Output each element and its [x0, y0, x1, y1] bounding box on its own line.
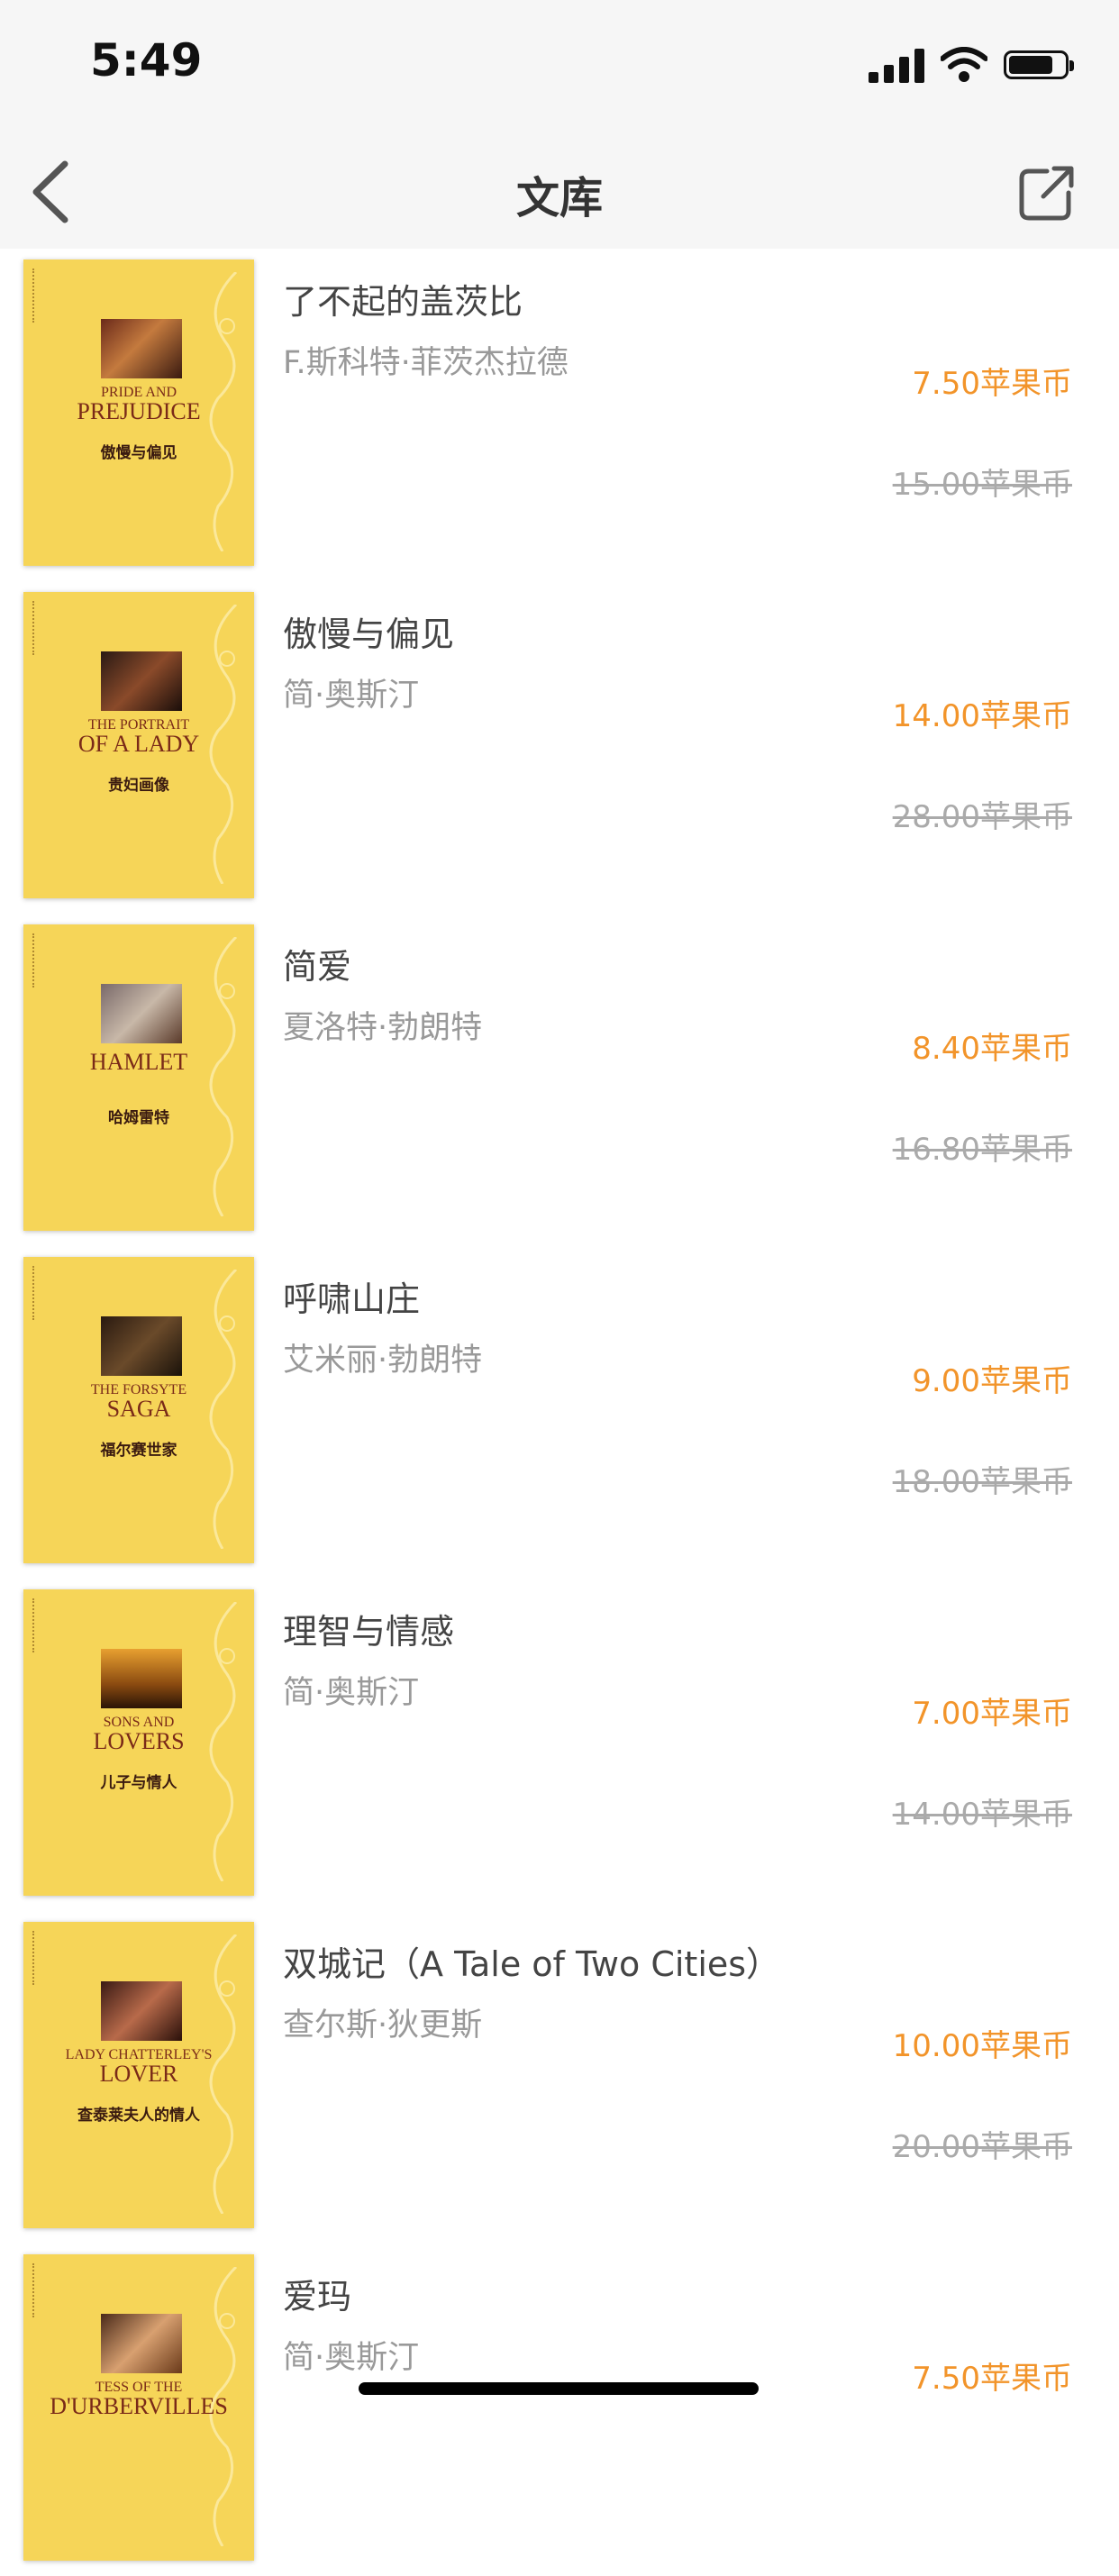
book-price: 10.00苹果币: [892, 2028, 1072, 2064]
book-original-price: 18.00苹果币: [892, 1464, 1072, 1500]
signal-icon: [869, 47, 926, 83]
share-button[interactable]: [1011, 157, 1083, 229]
book-item[interactable]: LADY CHATTERLEY'S LOVER 查泰莱夫人的情人 双城记（A Ta…: [0, 1911, 1119, 2244]
cover-title-line2: HAMLET: [89, 1049, 188, 1075]
cover-title-cn: 福尔赛世家: [100, 1442, 177, 1460]
cover-title-line2: LOVERS: [93, 1728, 185, 1754]
book-title: 简爱: [283, 947, 352, 987]
book-original-price: 28.00苹果币: [892, 799, 1072, 835]
wifi-icon: [941, 47, 987, 82]
book-cover: LADY CHATTERLEY'S LOVER 查泰莱夫人的情人: [23, 1922, 254, 2228]
book-title: 双城记（A Tale of Two Cities）: [283, 1944, 781, 1984]
book-cover: THE FORSYTE SAGA 福尔赛世家: [23, 1257, 254, 1563]
book-cover: HAMLET 哈姆雷特: [23, 924, 254, 1231]
book-item[interactable]: PRIDE AND PREJUDICE 傲慢与偏见 了不起的盖茨比 F.斯科特·菲…: [0, 249, 1119, 581]
book-title: 了不起的盖茨比: [283, 282, 523, 322]
cover-title-cn: 贵妇画像: [108, 777, 169, 795]
page-title: 文库: [515, 173, 603, 223]
book-title: 理智与情感: [283, 1612, 455, 1652]
book-original-price: 15.00苹果币: [892, 467, 1072, 503]
book-author: F.斯科特·菲茨杰拉德: [283, 345, 569, 381]
book-author: 查尔斯·狄更斯: [283, 2007, 483, 2044]
book-author: 艾米丽·勃朗特: [283, 1343, 483, 1379]
book-price: 8.40苹果币: [912, 1031, 1072, 1067]
book-original-price: 14.00苹果币: [892, 1797, 1072, 1833]
book-price: 9.00苹果币: [912, 1363, 1072, 1399]
book-author: 简·奥斯汀: [283, 2340, 420, 2376]
book-item[interactable]: TESS OF THE D'URBERVILLES 爱玛 简·奥斯汀 7.50苹果…: [0, 2244, 1119, 2576]
book-author: 简·奥斯汀: [283, 1675, 420, 1711]
book-item[interactable]: SONS AND LOVERS 儿子与情人 理智与情感 简·奥斯汀 7.00苹果币…: [0, 1579, 1119, 1911]
book-author: 简·奥斯汀: [283, 678, 420, 714]
book-title: 爱玛: [283, 2277, 352, 2317]
book-price: 14.00苹果币: [892, 698, 1072, 734]
book-cover: SONS AND LOVERS 儿子与情人: [23, 1589, 254, 1896]
share-icon: [1019, 166, 1074, 221]
book-price: 7.50苹果币: [912, 2361, 1072, 2397]
battery-icon: [1004, 50, 1074, 79]
status-time: 5:49: [90, 34, 203, 86]
status-icons: [869, 47, 1076, 83]
cover-title-line2: SAGA: [106, 1396, 171, 1422]
book-price: 7.50苹果币: [912, 366, 1072, 402]
book-item[interactable]: HAMLET 哈姆雷特 简爱 夏洛特·勃朗特 8.40苹果币 16.80苹果币: [0, 914, 1119, 1246]
book-author: 夏洛特·勃朗特: [283, 1010, 483, 1046]
book-list: PRIDE AND PREJUDICE 傲慢与偏见 了不起的盖茨比 F.斯科特·菲…: [0, 249, 1119, 2576]
cover-title-cn: 傲慢与偏见: [100, 444, 177, 462]
book-original-price: 16.80苹果币: [892, 1132, 1072, 1168]
cover-title-line2: D'URBERVILLES: [50, 2393, 228, 2419]
nav-bar: 文库: [0, 135, 1119, 249]
cover-title-line2: LOVER: [99, 2061, 178, 2087]
book-title: 呼啸山庄: [283, 1279, 421, 1319]
cover-title-line2: PREJUDICE: [77, 398, 201, 424]
book-item[interactable]: THE FORSYTE SAGA 福尔赛世家 呼啸山庄 艾米丽·勃朗特 9.00苹…: [0, 1246, 1119, 1579]
home-indicator[interactable]: [359, 2382, 759, 2395]
cover-title-cn: 查泰莱夫人的情人: [77, 2107, 200, 2125]
status-bar: 5:49: [0, 0, 1119, 135]
book-item[interactable]: THE PORTRAIT OF A LADY 贵妇画像 傲慢与偏见 简·奥斯汀 1…: [0, 581, 1119, 914]
book-title: 傲慢与偏见: [283, 614, 455, 654]
book-cover: THE PORTRAIT OF A LADY 贵妇画像: [23, 592, 254, 898]
cover-title-line2: OF A LADY: [77, 731, 200, 757]
book-original-price: 20.00苹果币: [892, 2129, 1072, 2165]
book-price: 7.00苹果币: [912, 1696, 1072, 1732]
cover-title-cn: 哈姆雷特: [108, 1109, 169, 1127]
book-cover: PRIDE AND PREJUDICE 傲慢与偏见: [23, 259, 254, 566]
cover-title-cn: 儿子与情人: [100, 1774, 177, 1792]
book-cover: TESS OF THE D'URBERVILLES: [23, 2254, 254, 2561]
